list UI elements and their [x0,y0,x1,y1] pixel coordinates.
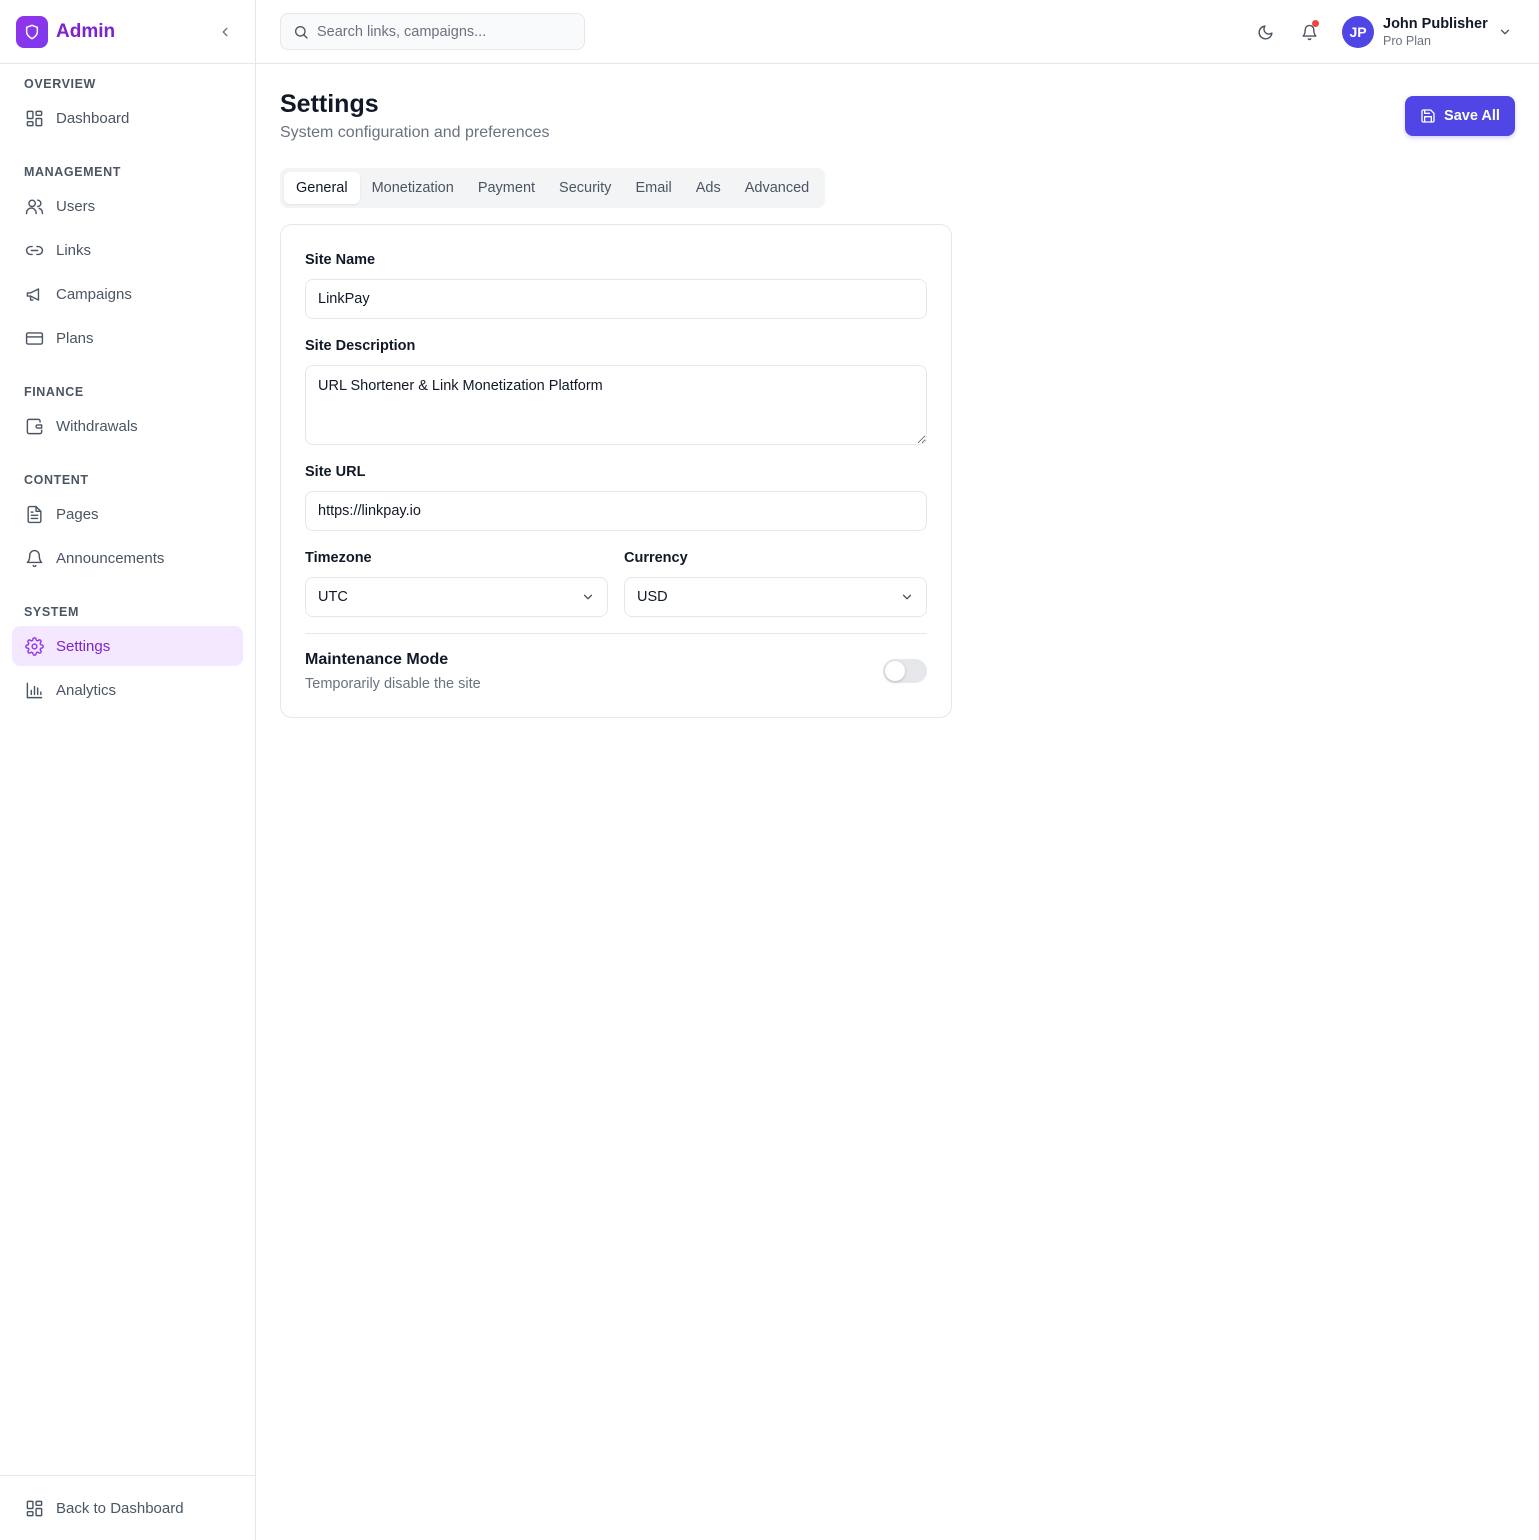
site-description-label: Site Description [305,338,416,354]
sidebar-item-analytics[interactable]: Analytics [12,670,243,710]
dashboard-icon [24,108,44,128]
sidebar-item-label: Links [56,241,92,259]
tab-ads[interactable]: Ads [684,172,733,204]
user-info: John Publisher Pro Plan [1383,15,1488,49]
site-url-input[interactable] [305,491,927,531]
timezone-select[interactable]: UTC [305,577,608,617]
avatar: JP [1342,16,1374,48]
maintenance-mode-title: Maintenance Mode [305,651,449,668]
gear-icon [24,636,44,656]
site-name-label: Site Name [305,252,376,268]
credit-card-icon [24,328,44,348]
timezone-value: UTC [318,589,348,605]
file-text-icon [24,504,44,524]
back-to-dashboard-link[interactable]: Back to Dashboard [12,1488,243,1528]
sidebar-item-announcements[interactable]: Announcements [12,538,243,578]
maintenance-mode-toggle[interactable] [883,659,927,683]
nav-heading: OVERVIEW [24,77,96,91]
notifications-button[interactable] [1297,20,1321,44]
sidebar-item-users[interactable]: Users [12,186,243,226]
save-icon [1420,108,1436,124]
chevron-down-icon [900,590,914,604]
link-icon [24,240,44,260]
users-icon [24,196,44,216]
sidebar-item-label: Analytics [56,681,117,699]
megaphone-icon [24,284,44,304]
maintenance-mode-description: Temporarily disable the site [305,676,481,692]
tab-monetization[interactable]: Monetization [360,172,466,204]
toggle-knob [885,661,905,681]
save-all-label: Save All [1444,108,1500,124]
sidebar-item-settings[interactable]: Settings [12,626,243,666]
site-name-input[interactable] [305,279,927,319]
search-input[interactable] [317,23,567,40]
bar-chart-icon [24,680,44,700]
sidebar-item-campaigns[interactable]: Campaigns [12,274,243,314]
nav-section-finance: FINANCE Withdrawals [0,382,255,446]
bell-icon [24,548,44,568]
wallet-icon [24,416,44,436]
tab-advanced[interactable]: Advanced [733,172,822,204]
user-menu[interactable]: JP John Publisher Pro Plan [1342,14,1512,50]
sidebar-item-dashboard[interactable]: Dashboard [12,98,243,138]
sidebar-item-label: Pages [56,505,99,523]
user-name: John Publisher [1383,16,1488,32]
nav-section-system: SYSTEM Settings Analytics [0,602,255,710]
sidebar-item-label: Settings [56,637,111,655]
search-icon [293,24,309,40]
tab-email[interactable]: Email [623,172,683,204]
currency-label: Currency [624,550,688,566]
sidebar: Admin OVERVIEW Dashboard MANAGEMENT User… [0,0,256,1540]
nav-heading: FINANCE [24,385,84,399]
nav-section-management: MANAGEMENT Users Links Campaigns Plans [0,162,255,358]
nav-heading: MANAGEMENT [24,165,121,179]
sidebar-item-label: Dashboard [56,109,130,127]
currency-select[interactable]: USD [624,577,927,617]
general-settings-card: Site Name Site Description URL Shortener… [280,224,952,718]
settings-tabs: General Monetization Payment Security Em… [280,168,826,208]
nav-heading: SYSTEM [24,605,79,619]
sidebar-item-links[interactable]: Links [12,230,243,270]
sidebar-item-label: Campaigns [56,285,132,303]
tab-security[interactable]: Security [547,172,623,204]
site-description-textarea[interactable]: URL Shortener & Link Monetization Platfo… [305,365,927,445]
brand-header: Admin [0,0,255,64]
moon-icon[interactable] [1253,20,1277,44]
page-subtitle: System configuration and preferences [280,124,550,141]
search-box[interactable] [280,13,585,50]
divider [305,633,927,634]
shield-icon [16,15,48,48]
timezone-label: Timezone [305,550,372,566]
dashboard-icon [24,1498,44,1518]
tab-payment[interactable]: Payment [466,172,547,204]
user-plan: Pro Plan [1383,34,1431,48]
sidebar-item-label: Withdrawals [56,417,138,435]
currency-value: USD [637,589,668,605]
topbar: JP John Publisher Pro Plan [256,0,1539,64]
sidebar-item-label: Announcements [56,549,165,567]
sidebar-item-withdrawals[interactable]: Withdrawals [12,406,243,446]
chevron-down-icon [581,590,595,604]
sidebar-item-label: Users [56,197,96,215]
notification-dot [1312,20,1319,27]
chevron-left-icon[interactable] [215,22,235,42]
site-url-label: Site URL [305,464,366,480]
sidebar-item-label: Plans [56,329,94,347]
sidebar-item-plans[interactable]: Plans [12,318,243,358]
page-title: Settings [280,90,379,118]
nav-section-content: CONTENT Pages Announcements [0,470,255,578]
nav-section-overview: OVERVIEW Dashboard [0,74,255,138]
brand-name: Admin [56,20,116,42]
save-all-button[interactable]: Save All [1405,96,1515,136]
sidebar-footer: Back to Dashboard [0,1475,255,1540]
back-to-dashboard-label: Back to Dashboard [56,1499,184,1517]
tab-general[interactable]: General [284,172,360,204]
nav-heading: CONTENT [24,473,89,487]
sidebar-item-pages[interactable]: Pages [12,494,243,534]
chevron-down-icon [1498,25,1512,39]
